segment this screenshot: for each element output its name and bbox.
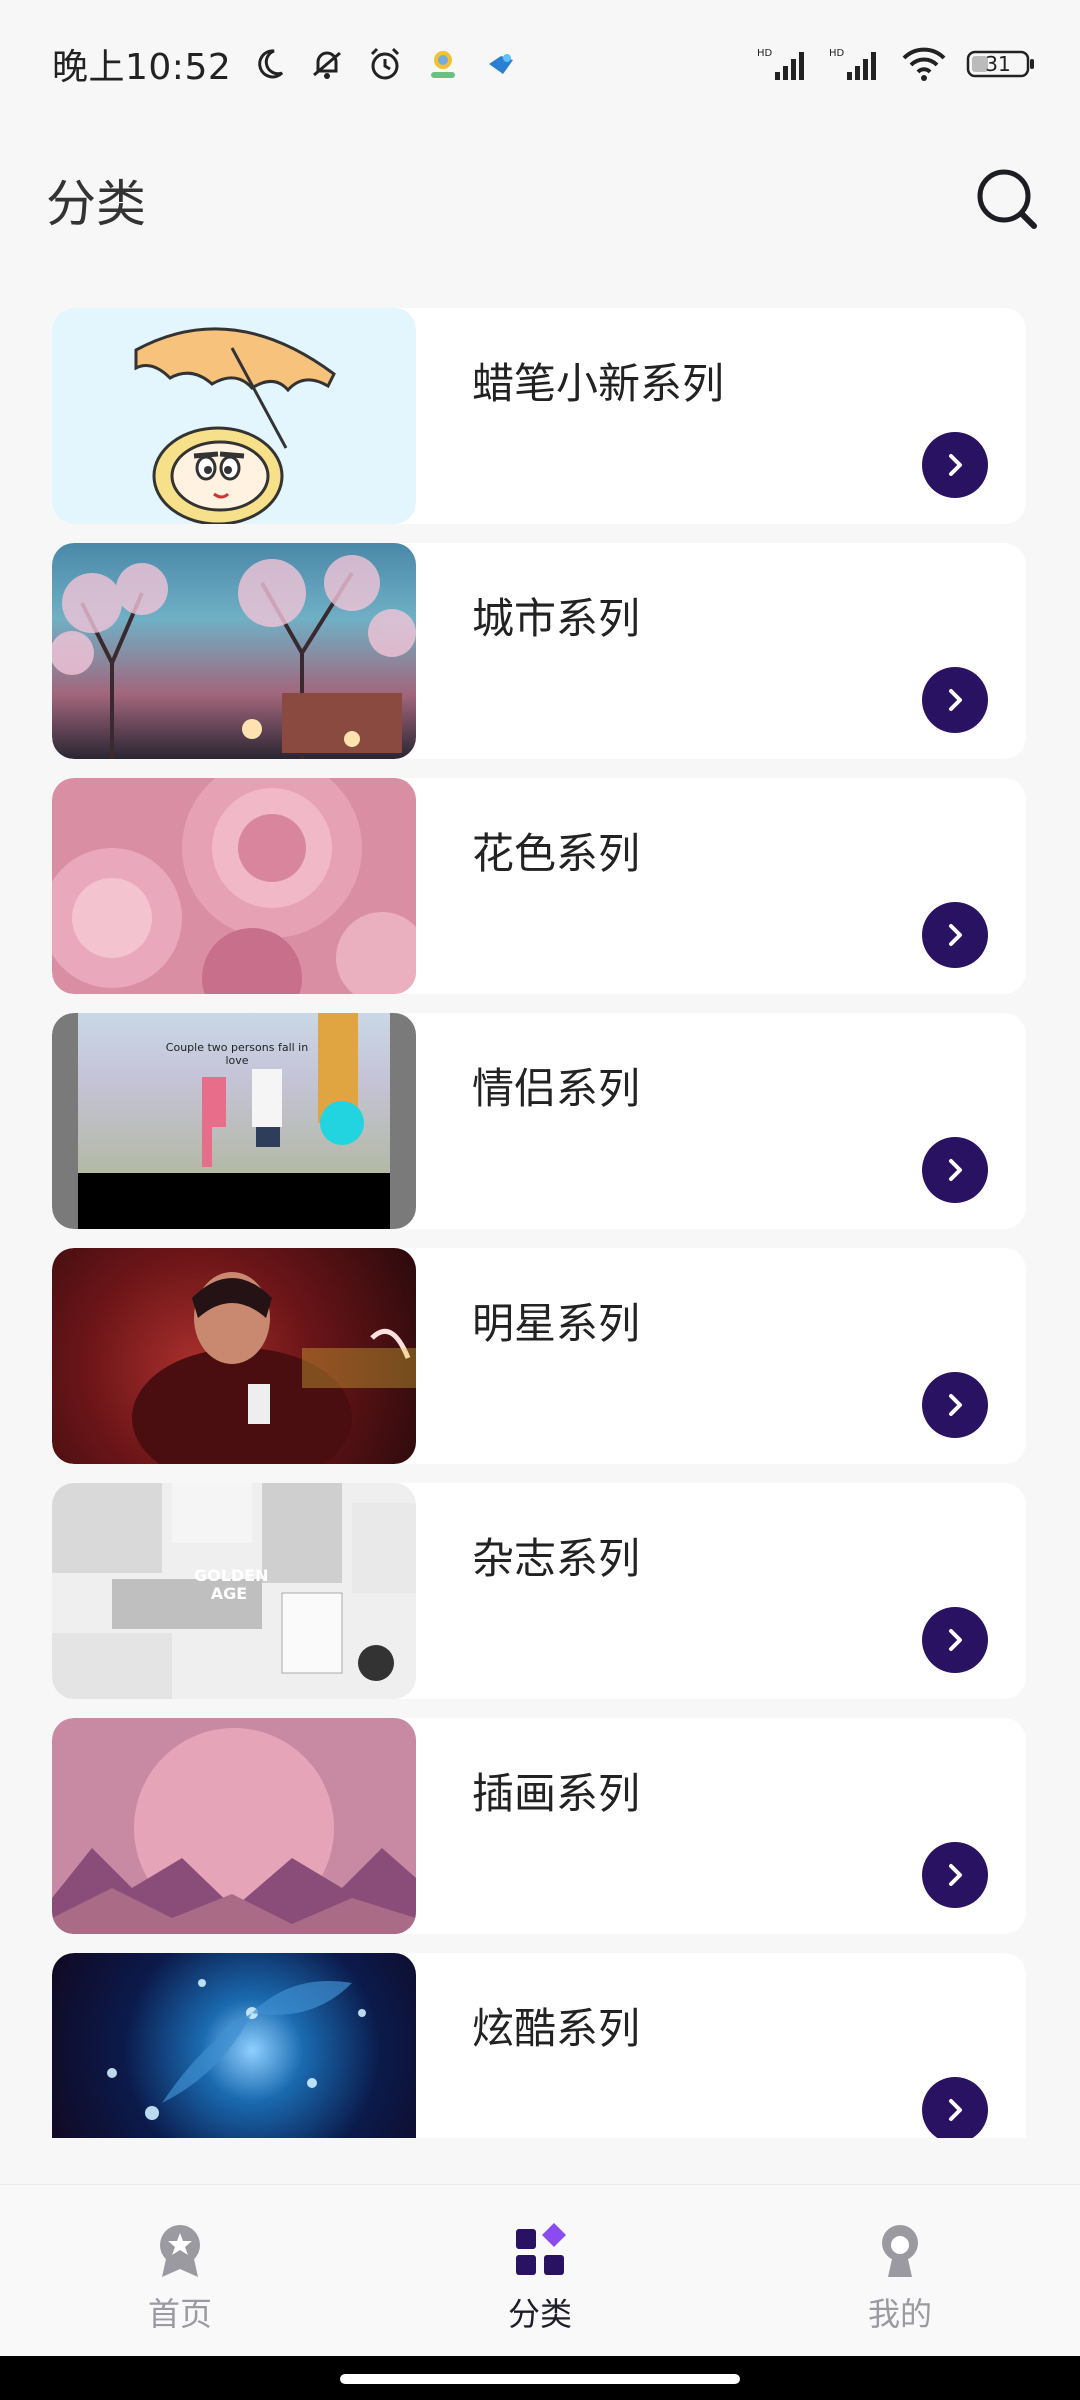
signal-icon: HD xyxy=(756,44,810,84)
category-title: 插画系列 xyxy=(472,1769,641,1818)
open-category-button[interactable] xyxy=(922,667,988,733)
chevron-right-icon xyxy=(949,924,962,946)
open-category-button[interactable] xyxy=(922,1137,988,1203)
app-notification-icon-2 xyxy=(481,44,521,84)
category-title: 杂志系列 xyxy=(472,1534,641,1583)
header: 分类 xyxy=(0,150,1080,250)
search-icon xyxy=(977,169,1037,229)
status-time: 晚上10:52 xyxy=(52,47,232,88)
category-thumbnail xyxy=(52,1718,416,1934)
chevron-right-icon xyxy=(949,1864,962,1886)
nav-home[interactable]: 首页 xyxy=(100,2221,260,2335)
svg-text:HD: HD xyxy=(829,48,845,59)
nav-label: 我的 xyxy=(867,2295,932,2333)
category-title: 炫酷系列 xyxy=(472,2004,641,2053)
alarm-icon xyxy=(365,44,405,84)
profile-icon xyxy=(882,2225,918,2277)
battery-level: 31 xyxy=(985,52,1011,76)
chevron-right-icon xyxy=(949,689,962,711)
category-thumbnail xyxy=(52,1248,416,1464)
category-thumbnail xyxy=(52,1953,416,2138)
category-card-crayon[interactable]: 蜡笔小新系列 xyxy=(52,308,1026,524)
wifi-icon xyxy=(900,44,948,84)
category-card-cool[interactable]: 炫酷系列 xyxy=(52,1953,1026,2138)
category-grid-icon xyxy=(516,2223,566,2275)
nav-category[interactable]: 分类 xyxy=(460,2221,620,2335)
open-category-button[interactable] xyxy=(922,902,988,968)
category-card-flower[interactable]: 花色系列 xyxy=(52,778,1026,994)
chevron-right-icon xyxy=(949,1394,962,1416)
moon-icon xyxy=(249,44,289,84)
status-left: 晚上10:52 xyxy=(52,38,521,90)
category-thumbnail: GOLDEN AGE xyxy=(52,1483,416,1699)
home-gesture-handle[interactable] xyxy=(340,2374,740,2384)
category-thumbnail xyxy=(52,778,416,994)
nav-label: 首页 xyxy=(147,2295,212,2333)
battery-icon: 31 xyxy=(966,49,1036,79)
bottom-nav: 首页 分类 我的 xyxy=(0,2184,1080,2357)
mute-notification-icon xyxy=(307,44,347,84)
category-title: 明星系列 xyxy=(472,1299,641,1348)
category-title: 蜡笔小新系列 xyxy=(472,359,725,408)
search-button[interactable] xyxy=(974,166,1040,232)
open-category-button[interactable] xyxy=(922,1372,988,1438)
chevron-right-icon xyxy=(949,1159,962,1181)
signal-icon-2: HD xyxy=(828,44,882,84)
thumbnail-caption: GOLDEN AGE xyxy=(194,1566,269,1603)
nav-profile[interactable]: 我的 xyxy=(820,2221,980,2335)
category-card-illustration[interactable]: 插画系列 xyxy=(52,1718,1026,1934)
open-category-button[interactable] xyxy=(922,1607,988,1673)
category-thumbnail xyxy=(52,543,416,759)
badge-icon xyxy=(160,2225,200,2277)
thumbnail-caption: Couple two persons fall in love xyxy=(165,1041,309,1067)
category-thumbnail xyxy=(52,308,416,524)
category-card-couple[interactable]: Couple two persons fall in love 情侣系列 xyxy=(52,1013,1026,1229)
category-title: 花色系列 xyxy=(472,829,641,878)
category-list: 蜡笔小新系列 城市系列 花色系列 Couple two persons fall… xyxy=(52,308,1026,2138)
chevron-right-icon xyxy=(949,454,962,476)
open-category-button[interactable] xyxy=(922,1842,988,1908)
gesture-bar xyxy=(0,2356,1080,2400)
status-right: HD HD 31 xyxy=(756,44,1036,84)
open-category-button[interactable] xyxy=(922,2077,988,2138)
category-card-city[interactable]: 城市系列 xyxy=(52,543,1026,759)
category-card-magazine[interactable]: GOLDEN AGE 杂志系列 xyxy=(52,1483,1026,1699)
page-title: 分类 xyxy=(46,175,146,233)
chevron-right-icon xyxy=(949,1629,962,1651)
category-card-star[interactable]: 明星系列 xyxy=(52,1248,1026,1464)
category-thumbnail: Couple two persons fall in love xyxy=(52,1013,416,1229)
status-bar: 晚上10:52 HD HD 31 xyxy=(0,0,1080,128)
svg-text:HD: HD xyxy=(757,48,773,59)
open-category-button[interactable] xyxy=(922,432,988,498)
category-title: 情侣系列 xyxy=(472,1064,641,1113)
app-notification-icon xyxy=(423,44,463,84)
chevron-right-icon xyxy=(949,2099,962,2121)
nav-label: 分类 xyxy=(507,2295,572,2333)
category-title: 城市系列 xyxy=(472,594,641,643)
